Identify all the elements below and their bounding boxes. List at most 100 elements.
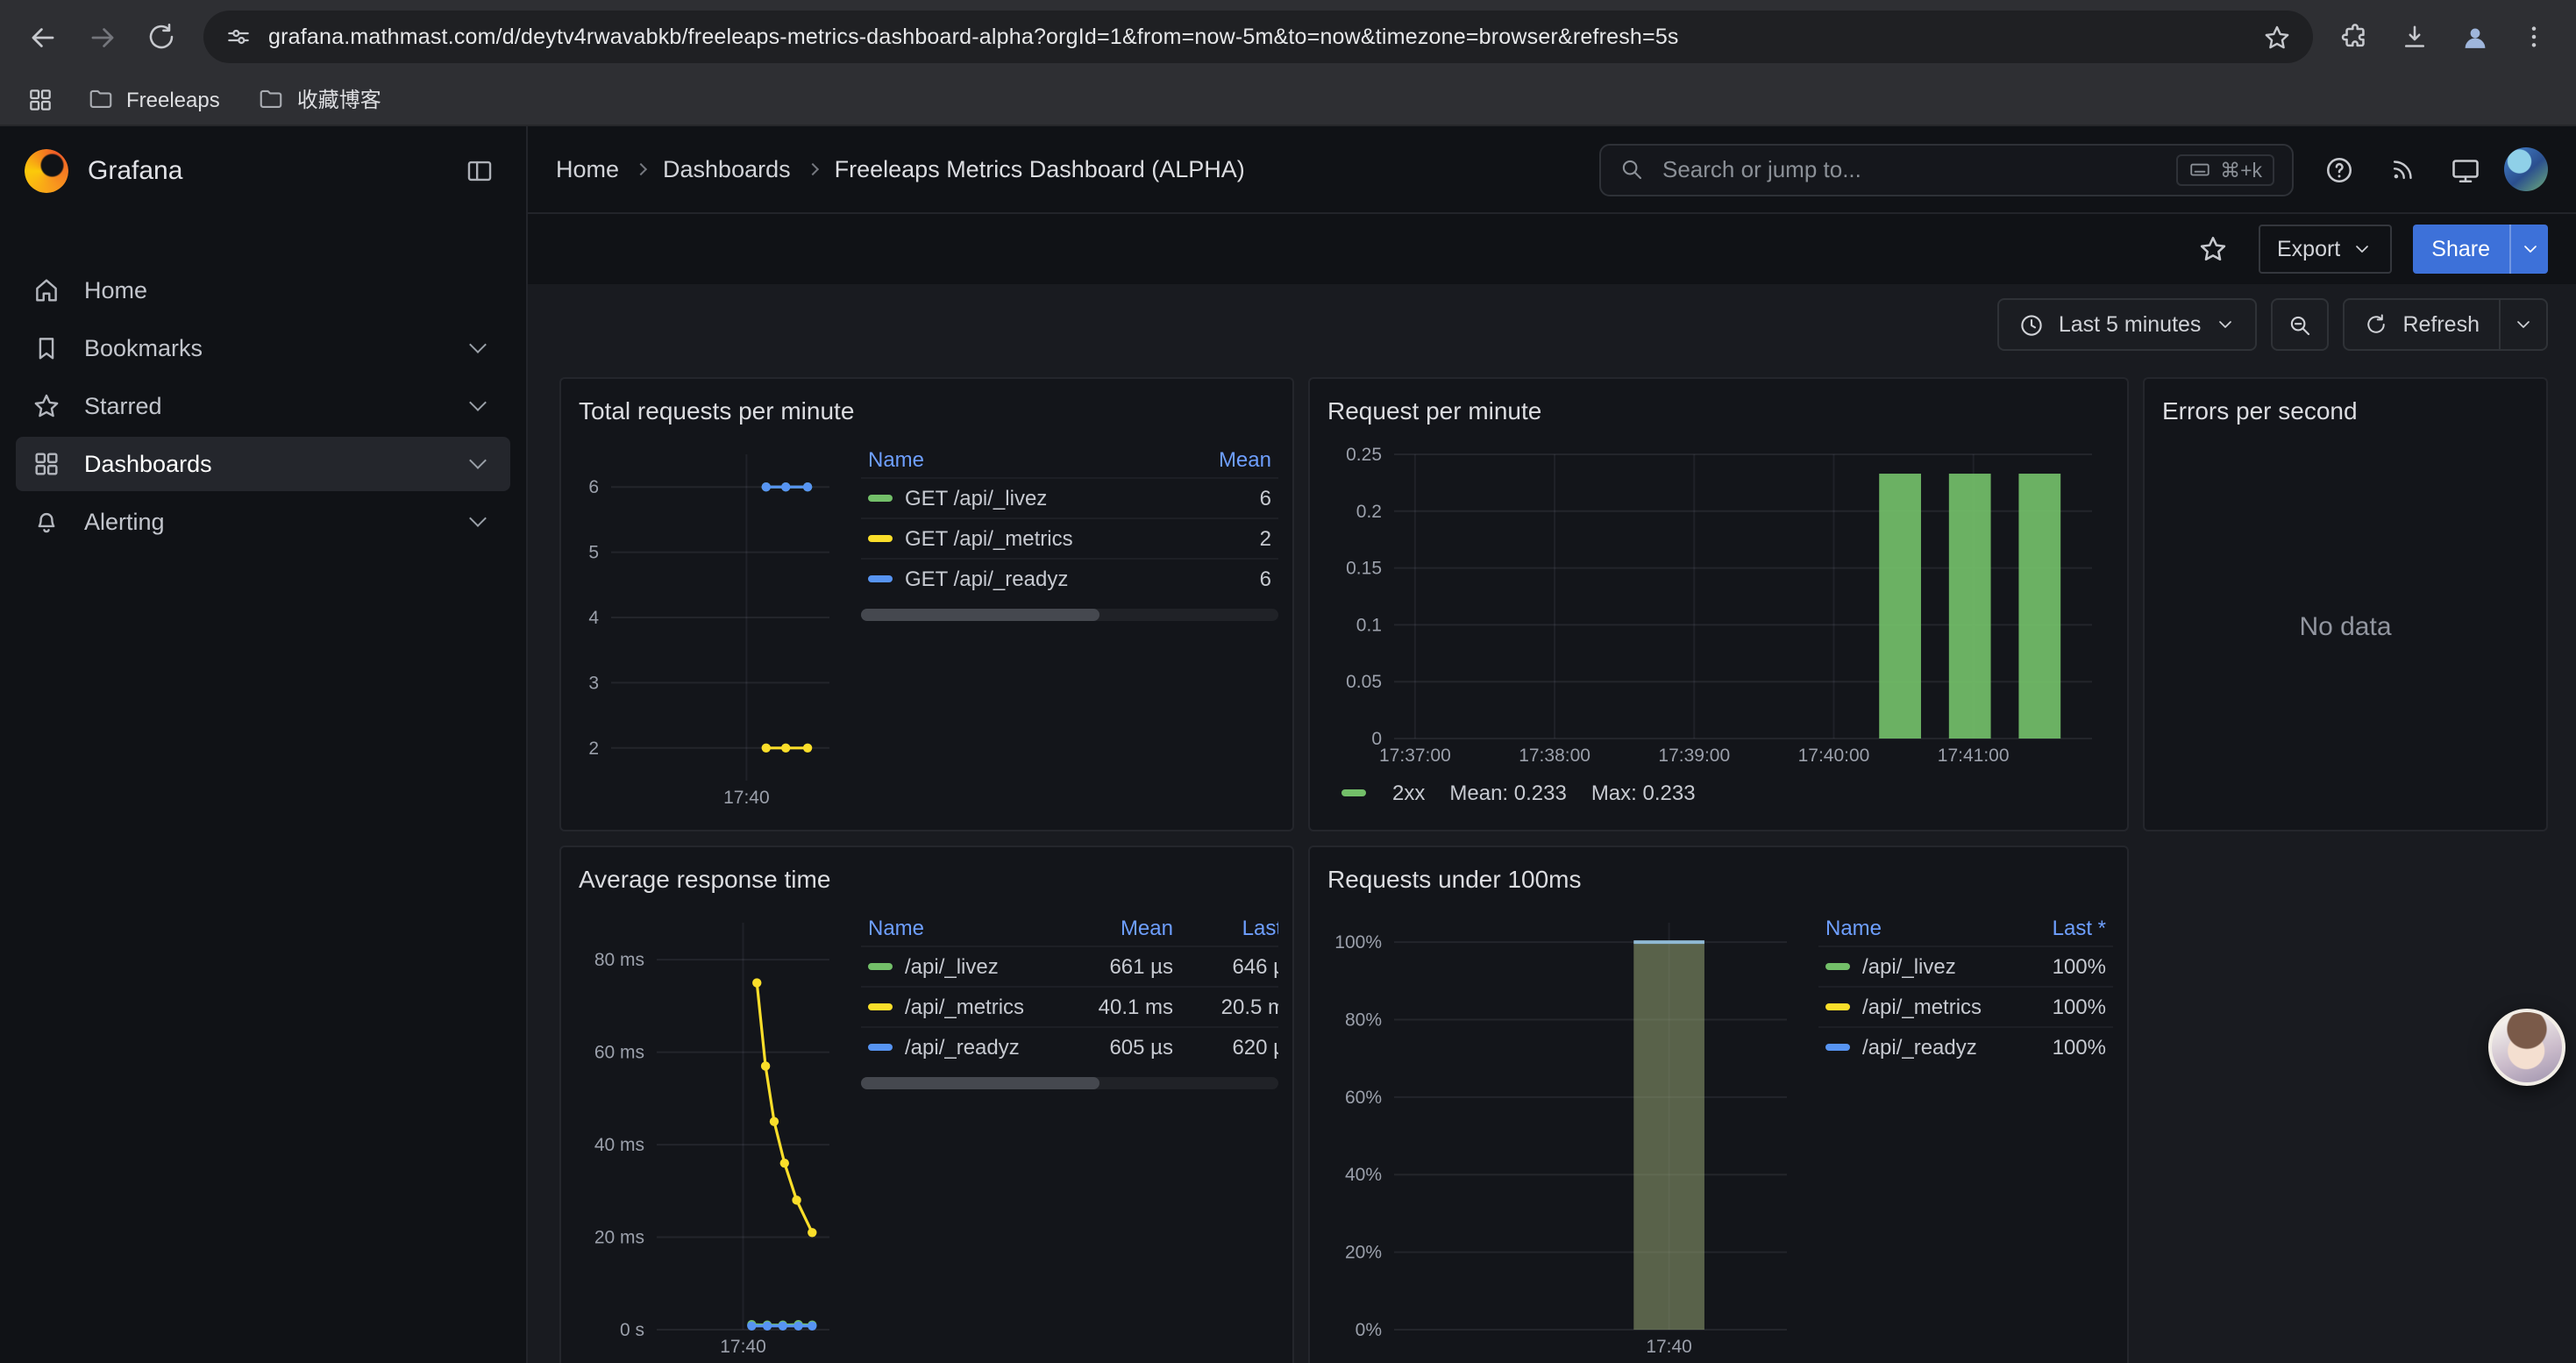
chevron-down-icon[interactable] xyxy=(469,452,487,469)
svg-text:60%: 60% xyxy=(1345,1088,1382,1108)
refresh-interval-button[interactable] xyxy=(2501,298,2548,351)
news-button[interactable] xyxy=(2378,145,2427,194)
svg-text:17:39:00: 17:39:00 xyxy=(1658,746,1730,766)
svg-text:80 ms: 80 ms xyxy=(594,950,644,970)
bookmark-item-blog[interactable]: 收藏博客 xyxy=(245,79,395,119)
legend-scrollbar[interactable] xyxy=(861,1077,1278,1089)
breadcrumb-dashboards[interactable]: Dashboards xyxy=(663,156,791,182)
sidebar-item-starred[interactable]: Starred xyxy=(16,379,510,433)
user-avatar[interactable] xyxy=(2504,147,2548,191)
series-name[interactable]: GET /api/_readyz xyxy=(905,567,1068,591)
profile-button[interactable] xyxy=(2446,9,2502,65)
apps-grid-button[interactable] xyxy=(18,76,63,122)
favorite-dashboard-button[interactable] xyxy=(2188,225,2237,274)
svg-text:0.05: 0.05 xyxy=(1346,672,1382,692)
panel-title[interactable]: Request per minute xyxy=(1327,393,2110,428)
url-text[interactable]: grafana.mathmast.com/d/deytv4rwavabkb/fr… xyxy=(268,25,2246,49)
sidebar-item-label: Dashboards xyxy=(84,451,212,477)
panel-title[interactable]: Errors per second xyxy=(2162,393,2529,428)
breadcrumb-home[interactable]: Home xyxy=(556,156,619,182)
search-bar[interactable]: ⌘+k xyxy=(1599,143,2294,196)
panel-title[interactable]: Total requests per minute xyxy=(579,393,1275,428)
series-name[interactable]: /api/_livez xyxy=(1862,954,1956,979)
url-bar[interactable]: grafana.mathmast.com/d/deytv4rwavabkb/fr… xyxy=(203,11,2313,63)
refresh-button[interactable]: Refresh xyxy=(2343,298,2501,351)
sidebar-item-home[interactable]: Home xyxy=(16,263,510,318)
rss-icon xyxy=(2387,154,2417,184)
extensions-button[interactable] xyxy=(2327,9,2383,65)
svg-text:17:41:00: 17:41:00 xyxy=(1938,746,2010,766)
sidebar-nav: Home Bookmarks Starred Dashboards xyxy=(0,214,526,553)
help-button[interactable] xyxy=(2315,145,2364,194)
series-swatch xyxy=(1825,963,1850,970)
back-button[interactable] xyxy=(14,9,70,65)
downloads-button[interactable] xyxy=(2387,9,2443,65)
svg-text:20 ms: 20 ms xyxy=(594,1228,644,1248)
sidebar-item-label: Home xyxy=(84,277,147,303)
svg-text:0.1: 0.1 xyxy=(1356,615,1382,635)
line-chart: 2345617:40 xyxy=(579,439,843,810)
legend-scrollbar[interactable] xyxy=(861,609,1278,621)
legend-column-header[interactable]: Name xyxy=(861,442,1173,478)
series-name[interactable]: /api/_metrics xyxy=(905,995,1024,1019)
svg-text:0.15: 0.15 xyxy=(1346,559,1382,579)
sidebar-item-alerting[interactable]: Alerting xyxy=(16,495,510,549)
bookmark-star-icon[interactable] xyxy=(2262,22,2292,52)
scrollbar-thumb[interactable] xyxy=(861,609,1099,621)
bookmark-item-freeleaps[interactable]: Freeleaps xyxy=(74,81,234,118)
svg-text:100%: 100% xyxy=(1334,932,1382,953)
svg-text:40%: 40% xyxy=(1345,1165,1382,1185)
series-name[interactable]: /api/_readyz xyxy=(1862,1035,1977,1060)
browser-toolbar: grafana.mathmast.com/d/deytv4rwavabkb/fr… xyxy=(0,0,2576,74)
time-range-button[interactable]: Last 5 minutes xyxy=(1997,298,2258,351)
site-settings-icon[interactable] xyxy=(224,23,253,51)
svg-text:4: 4 xyxy=(588,608,599,628)
menu-button[interactable] xyxy=(2506,9,2562,65)
series-name[interactable]: GET /api/_livez xyxy=(905,486,1047,510)
series-name[interactable]: /api/_livez xyxy=(905,954,999,979)
legend-column-header[interactable]: Mean xyxy=(1173,442,1278,478)
sidebar-item-bookmarks[interactable]: Bookmarks xyxy=(16,321,510,375)
legend-column-header[interactable]: Last * xyxy=(1180,910,1278,946)
sidebar-item-dashboards[interactable]: Dashboards xyxy=(16,437,510,491)
series-swatch xyxy=(868,963,893,970)
search-input[interactable] xyxy=(1659,154,2162,184)
svg-text:17:40:00: 17:40:00 xyxy=(1798,746,1870,766)
zoom-out-button[interactable] xyxy=(2271,298,2329,351)
legend-column-header[interactable]: Last * xyxy=(1997,910,2113,946)
series-name[interactable]: /api/_readyz xyxy=(905,1035,1020,1060)
panel-title[interactable]: Requests under 100ms xyxy=(1327,861,2110,896)
legend-column-header[interactable]: Name xyxy=(861,910,1043,946)
sidebar-header: Grafana xyxy=(0,126,526,214)
series-value: 40.1 ms xyxy=(1043,987,1180,1027)
star-icon xyxy=(2196,233,2228,265)
series-name[interactable]: GET /api/_metrics xyxy=(905,526,1073,551)
grafana-logo[interactable] xyxy=(25,148,68,192)
sidebar-toggle-button[interactable] xyxy=(456,147,502,193)
bar-chart: 00.050.10.150.20.2517:37:0017:38:0017:39… xyxy=(1327,439,2106,768)
share-menu-button[interactable] xyxy=(2509,225,2548,274)
panel-title[interactable]: Average response time xyxy=(579,861,1275,896)
legend-column-header[interactable]: Name xyxy=(1818,910,1997,946)
scrollbar-thumb[interactable] xyxy=(861,1077,1099,1089)
series-name[interactable]: 2xx xyxy=(1392,781,1425,805)
chevron-down-icon[interactable] xyxy=(469,394,487,411)
forward-button[interactable] xyxy=(74,9,130,65)
legend-row: GET /api/_readyz6 xyxy=(861,559,1278,598)
share-split-button: Share xyxy=(2412,225,2548,274)
kiosk-mode-button[interactable] xyxy=(2441,145,2490,194)
export-button[interactable]: Export xyxy=(2258,225,2391,274)
legend: NameMeanLast */api/_livez661 µs646 µs/ap… xyxy=(861,907,1278,1356)
folder-icon xyxy=(88,86,114,112)
profile-icon xyxy=(2458,20,2491,54)
floating-avatar-widget[interactable] xyxy=(2488,1009,2565,1086)
series-name[interactable]: /api/_metrics xyxy=(1862,995,1982,1019)
chevron-down-icon[interactable] xyxy=(469,336,487,353)
download-icon xyxy=(2399,21,2430,53)
share-button[interactable]: Share xyxy=(2412,225,2509,274)
breadcrumb-current: Freeleaps Metrics Dashboard (ALPHA) xyxy=(835,156,1245,182)
reload-button[interactable] xyxy=(133,9,189,65)
chevron-down-icon[interactable] xyxy=(469,510,487,527)
panel-errors-per-second: Errors per second No data xyxy=(2143,377,2548,831)
legend-column-header[interactable]: Mean xyxy=(1043,910,1180,946)
